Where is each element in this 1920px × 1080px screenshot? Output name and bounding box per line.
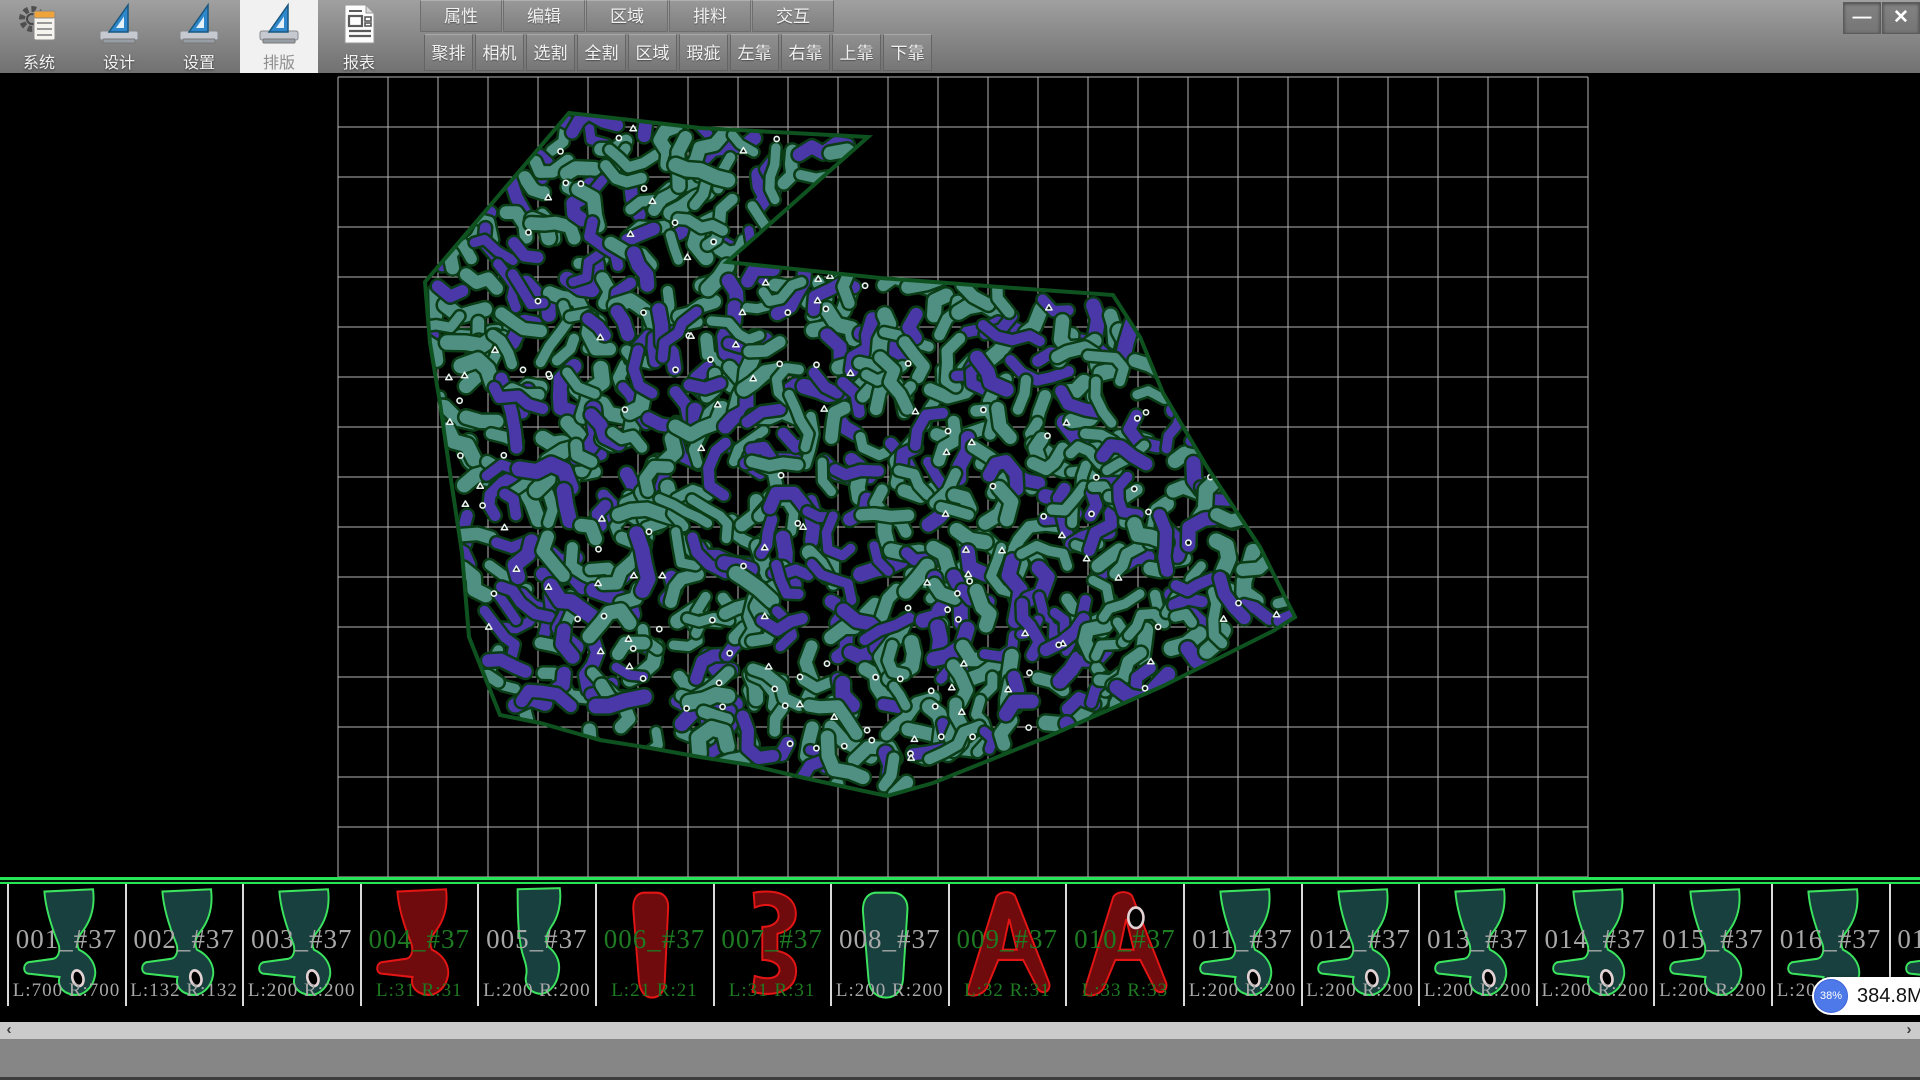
piece-shape: [1306, 887, 1414, 1001]
tool-button-10[interactable]: 下靠: [883, 34, 932, 71]
piece-thumbnail-11[interactable]: 011_#37L:200 R:200: [1183, 884, 1300, 1006]
mode-button-label: 报表: [343, 49, 375, 73]
piece-thumbnail-2[interactable]: 002_#37L:132 R:132: [125, 884, 242, 1006]
piece-thumbnail-13[interactable]: 013_#37L:200 R:200: [1418, 884, 1535, 1006]
mode-button-3[interactable]: 设置: [160, 0, 238, 73]
tool-button-6[interactable]: 瑕疵: [679, 34, 728, 71]
tool-button-9[interactable]: 上靠: [832, 34, 881, 71]
main-toolbar: 系统设计设置排版报表 属性编辑区域排料交互 聚排相机选割全割区域瑕疵左靠右靠上靠…: [0, 0, 1920, 73]
piece-shape: [835, 887, 943, 1001]
mode-button-label: 设置: [183, 49, 215, 73]
pieces-thumbnail-strip: 001_#37L:700 R:700002_#37L:132 R:132003_…: [0, 884, 1920, 1006]
piece-shape: [1658, 887, 1766, 1001]
menu-tab-row: 属性编辑区域排料交互: [420, 0, 835, 33]
piece-thumbnail-15[interactable]: 015_#37L:200 R:200: [1653, 884, 1770, 1006]
mode-button-label: 排版: [263, 49, 295, 73]
menu-tab-3[interactable]: 区域: [586, 0, 668, 32]
menu-tab-2[interactable]: 编辑: [503, 0, 585, 32]
piece-thumbnail-9[interactable]: 009_#37L:32 R:31: [948, 884, 1065, 1006]
piece-shape: [482, 887, 590, 1001]
system-gear-icon: [17, 2, 61, 46]
piece-shape: [247, 887, 355, 1001]
piece-shape: [365, 887, 473, 1001]
progress-badge[interactable]: 38% 384.8M: [1812, 977, 1920, 1015]
horizontal-scrollbar[interactable]: ‹ ›: [0, 1022, 1920, 1039]
mode-button-label: 系统: [23, 49, 55, 73]
piece-thumbnail-8[interactable]: 008_#37L:200 R:200: [830, 884, 947, 1006]
tool-button-5[interactable]: 区域: [628, 34, 677, 71]
application-window: 系统设计设置排版报表 属性编辑区域排料交互 聚排相机选割全割区域瑕疵左靠右靠上靠…: [0, 0, 1920, 1080]
mode-button-label: 设计: [103, 49, 135, 73]
mode-button-5[interactable]: 报表: [320, 0, 398, 73]
piece-shape: [12, 887, 120, 1001]
menu-tab-1[interactable]: 属性: [420, 0, 502, 32]
tool-button-3[interactable]: 选割: [526, 34, 575, 71]
strip-separator-line: [0, 877, 1920, 884]
piece-shape: [718, 887, 826, 1001]
piece-thumbnail-12[interactable]: 012_#37L:200 R:200: [1301, 884, 1418, 1006]
piece-thumbnail-1[interactable]: 001_#37L:700 R:700: [7, 884, 124, 1006]
piece-thumbnail-10[interactable]: 010_#37L:33 R:33: [1065, 884, 1182, 1006]
scroll-right-icon[interactable]: ›: [1900, 1022, 1918, 1039]
mode-button-1[interactable]: 系统: [0, 0, 78, 73]
scroll-left-icon[interactable]: ‹: [0, 1022, 18, 1039]
piece-thumbnail-7[interactable]: 007_#37L:31 R:31: [713, 884, 830, 1006]
tool-button-7[interactable]: 左靠: [730, 34, 779, 71]
close-button[interactable]: ✕: [1882, 2, 1920, 34]
progress-circle: 38%: [1814, 979, 1848, 1013]
piece-thumbnail-3[interactable]: 003_#37L:200 R:200: [242, 884, 359, 1006]
piece-thumbnail-5[interactable]: 005_#37L:200 R:200: [477, 884, 594, 1006]
nesting-canvas-graphic: [0, 73, 1920, 877]
tool-button-2[interactable]: 相机: [475, 34, 524, 71]
mode-button-2[interactable]: 设计: [80, 0, 158, 73]
menu-tab-4[interactable]: 排料: [669, 0, 751, 32]
menu-tab-5[interactable]: 交互: [752, 0, 834, 32]
tool-button-row: 聚排相机选割全割区域瑕疵左靠右靠上靠下靠: [424, 34, 934, 72]
report-doc-icon: [337, 2, 381, 46]
design-ruler-icon: [97, 2, 141, 46]
mode-button-4[interactable]: 排版: [240, 0, 318, 73]
piece-shape: [953, 887, 1061, 1001]
layout-ruler-icon: [257, 2, 301, 46]
piece-shape: [1070, 887, 1178, 1001]
piece-shape: [1541, 887, 1649, 1001]
piece-shape: [1188, 887, 1296, 1001]
memory-size-label: 384.8M: [1857, 985, 1920, 1008]
piece-thumbnail-4[interactable]: 004_#37L:31 R:31: [360, 884, 477, 1006]
tool-button-1[interactable]: 聚排: [424, 34, 473, 71]
piece-shape: [1423, 887, 1531, 1001]
piece-thumbnail-6[interactable]: 006_#37L:21 R:21: [595, 884, 712, 1006]
piece-shape: [600, 887, 708, 1001]
piece-shape: [130, 887, 238, 1001]
minimize-button[interactable]: —: [1843, 2, 1881, 34]
piece-hole: [1129, 908, 1144, 929]
status-bar: [0, 1039, 1920, 1080]
tool-button-8[interactable]: 右靠: [781, 34, 830, 71]
nesting-canvas[interactable]: [0, 73, 1920, 877]
settings-ruler-icon: [177, 2, 221, 46]
piece-thumbnail-14[interactable]: 014_#37L:200 R:200: [1536, 884, 1653, 1006]
tool-button-4[interactable]: 全割: [577, 34, 626, 71]
